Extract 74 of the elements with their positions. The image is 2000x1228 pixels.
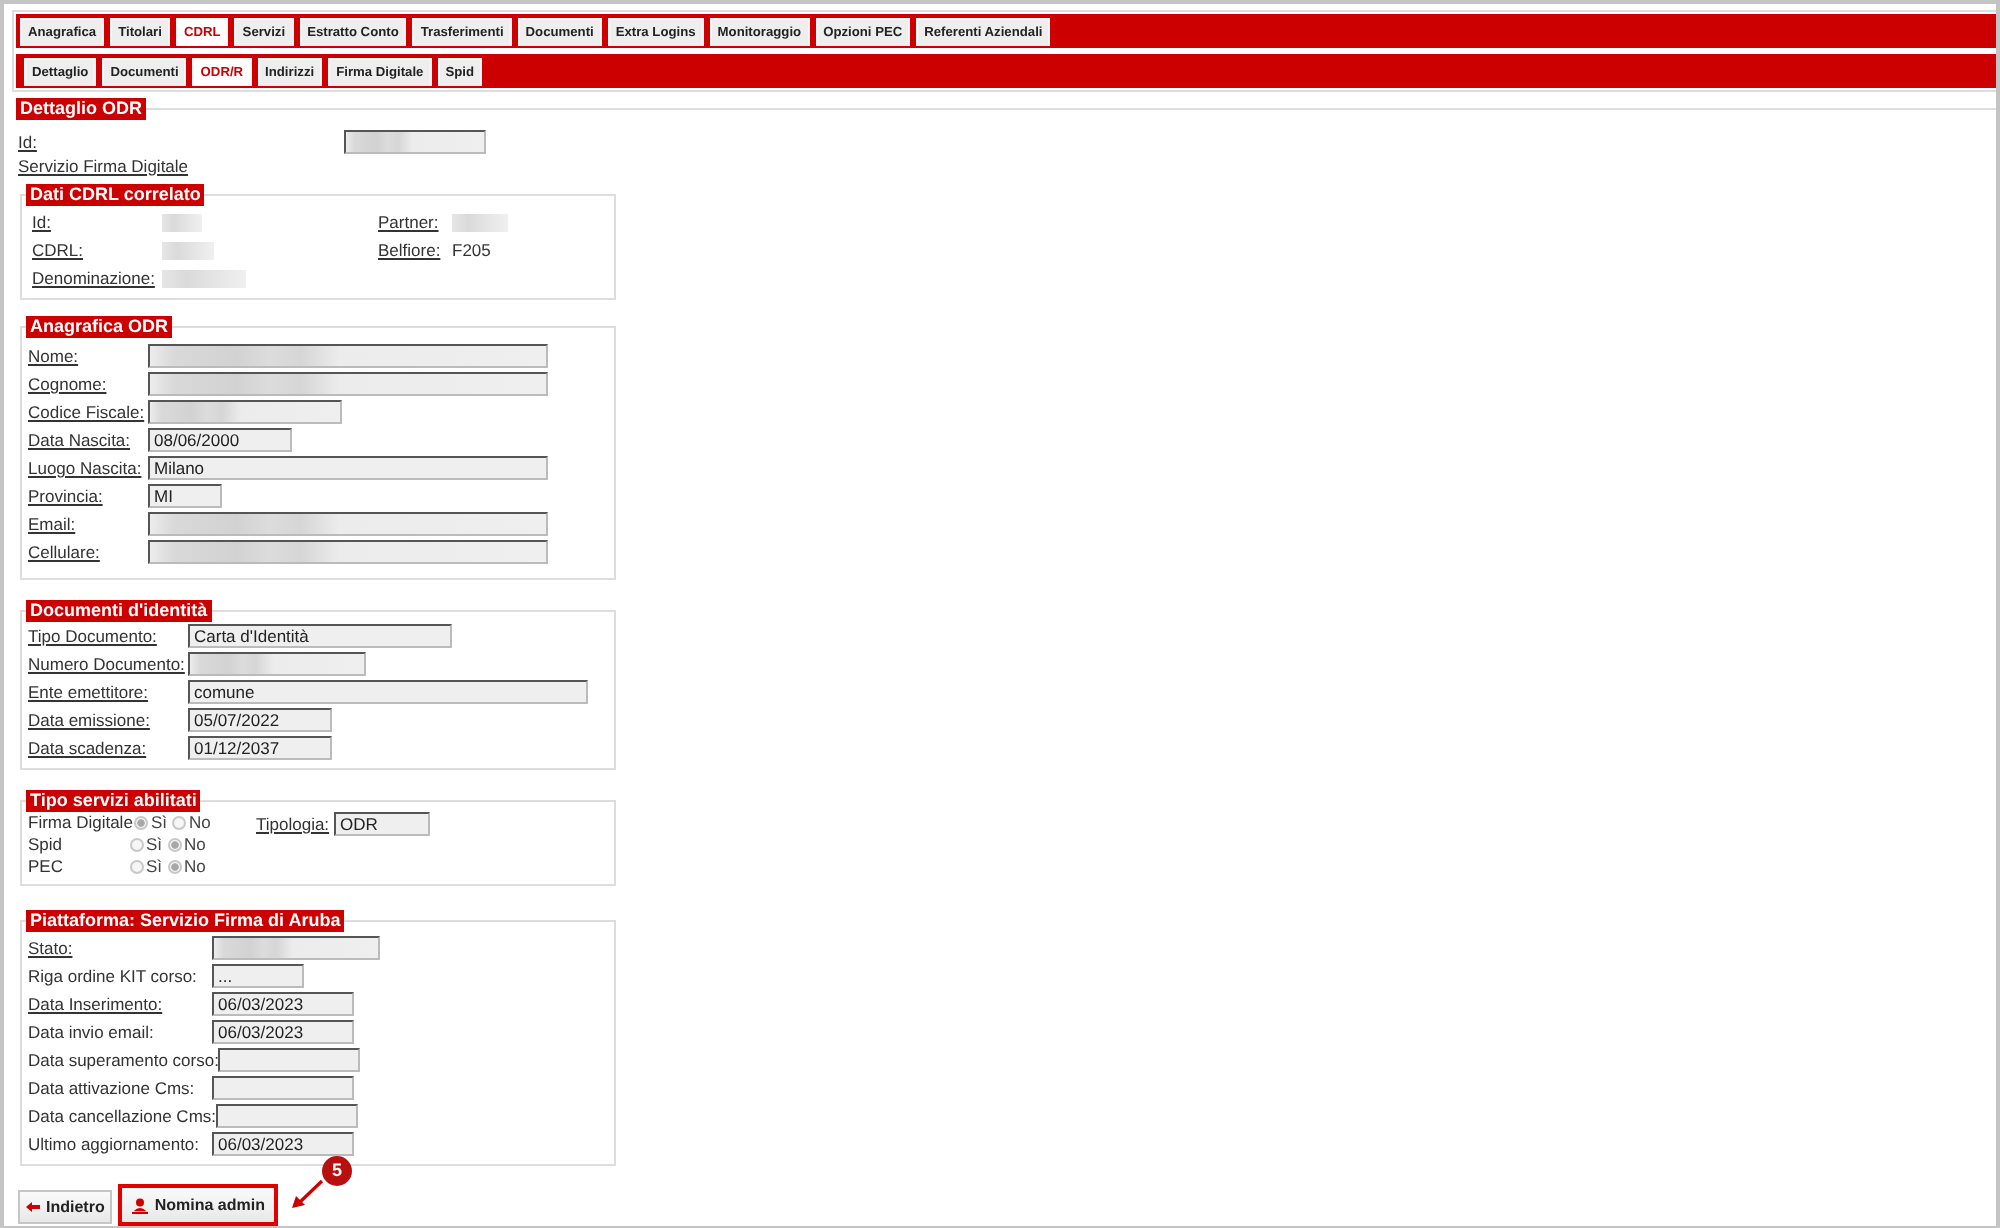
input-field[interactable] [344, 130, 486, 154]
input-field[interactable]: 08/06/2000 [148, 428, 292, 452]
input-field[interactable] [148, 540, 548, 564]
input-field[interactable]: Milano [148, 456, 548, 480]
section-title: Anagrafica ODR [26, 316, 173, 338]
field-label: Data attivazione Cms: [28, 1077, 197, 1099]
option-label: Sì [146, 856, 163, 878]
input-field[interactable]: MI [148, 484, 222, 508]
input-field[interactable] [148, 400, 342, 424]
field-label: Ente emettitore: [28, 681, 151, 703]
service-label: Firma Digitale [28, 812, 133, 834]
field-label: CDRL: [32, 239, 86, 261]
field-label: Belfiore: [378, 239, 443, 261]
input-field[interactable]: ODR [334, 812, 430, 836]
field-label: Id: [18, 131, 39, 153]
field-label: Nome: [28, 345, 81, 367]
field-value: F205 [452, 239, 491, 261]
user-icon [132, 1197, 149, 1213]
input-field[interactable]: 05/07/2022 [188, 708, 332, 732]
input-field[interactable] [216, 1104, 359, 1128]
field-label: Data Inserimento: [28, 993, 165, 1015]
option-label: Sì [146, 834, 163, 856]
input-field[interactable]: 06/03/2023 [212, 1020, 354, 1044]
field-label: Codice Fiscale: [28, 401, 147, 423]
field-label: Denominazione: [32, 267, 157, 289]
section-title: Tipo servizi abilitati [26, 790, 201, 812]
input-field[interactable]: Carta d'Identità [188, 624, 452, 648]
input-field[interactable] [148, 512, 548, 536]
input-field[interactable] [212, 936, 380, 960]
option-label: Sì [150, 812, 167, 834]
option-label: No [184, 834, 206, 856]
input-field[interactable]: comune [188, 680, 588, 704]
field-label: Id: [32, 211, 53, 233]
input-field[interactable]: 01/12/2037 [188, 736, 332, 760]
service-label: PEC [28, 856, 65, 878]
section-title: Dettaglio ODR [16, 98, 147, 120]
section-title: Documenti d'identità [26, 600, 212, 622]
service-label: Spid [28, 834, 65, 856]
field-label: Data scadenza: [28, 737, 149, 759]
field-label: Provincia: [28, 485, 105, 507]
input-field[interactable]: 06/03/2023 [212, 1132, 354, 1156]
option-label: No [188, 812, 211, 834]
field-label: Cognome: [28, 373, 109, 395]
field-label: Cellulare: [28, 541, 102, 563]
field-label: Tipo Documento: [28, 625, 159, 647]
input-field[interactable]: 06/03/2023 [212, 992, 354, 1016]
field-label: Data invio email: [28, 1021, 156, 1043]
input-field[interactable] [148, 344, 548, 368]
input-field[interactable] [148, 372, 548, 396]
arrow-left-icon [26, 1202, 40, 1212]
input-field[interactable] [218, 1048, 361, 1072]
field-label: Data Nascita: [28, 429, 133, 451]
input-field[interactable] [188, 652, 366, 676]
step-badge: 5 [322, 1156, 352, 1186]
section-title: Piattaforma: Servizio Firma di Aruba [26, 910, 345, 932]
field-label: Partner: [378, 211, 441, 233]
field-label: Tipologia: [256, 813, 332, 835]
input-field[interactable] [212, 1076, 354, 1100]
field-label: Luogo Nascita: [28, 457, 144, 479]
option-label: No [184, 856, 206, 878]
field-label: Ultimo aggiornamento: [28, 1133, 202, 1155]
section-title: Dati CDRL correlato [26, 184, 205, 206]
field-label: Data cancellazione Cms: [28, 1105, 217, 1127]
field-label: Stato: [28, 937, 75, 959]
action-button[interactable]: Nomina admin [118, 1184, 279, 1226]
callout-arrow [290, 1178, 326, 1210]
field-label: Riga ordine KIT corso: [28, 965, 199, 987]
field-label: Email: [28, 513, 78, 535]
action-button[interactable]: Indietro [18, 1190, 113, 1224]
field-label: Servizio Firma Digitale [18, 155, 191, 177]
field-label: Numero Documento: [28, 653, 187, 675]
field-label: Data superamento corso: [28, 1049, 219, 1071]
input-field[interactable]: ... [212, 964, 304, 988]
field-label: Data emissione: [28, 709, 152, 731]
